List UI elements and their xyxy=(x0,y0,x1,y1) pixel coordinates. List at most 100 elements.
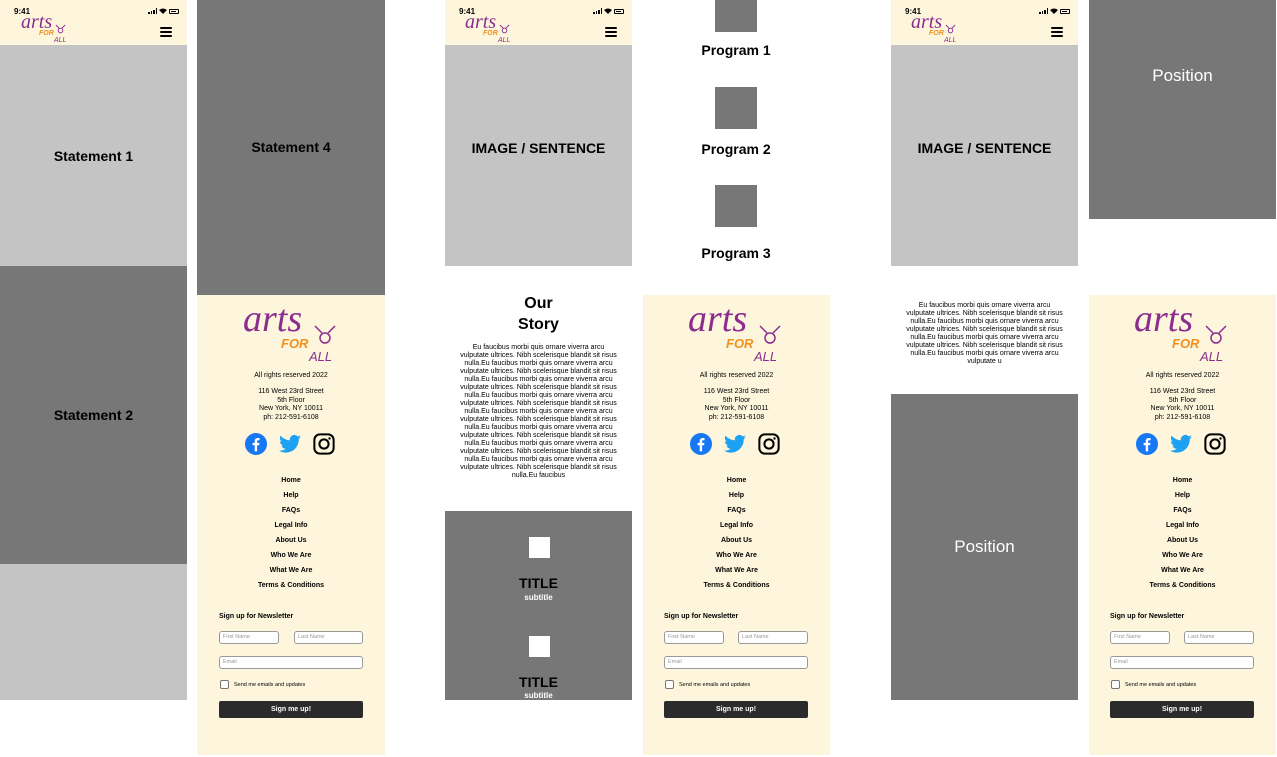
our-story-title: Our Story xyxy=(445,293,632,335)
statement2-label: Statement 2 xyxy=(53,407,134,423)
facebook-icon[interactable] xyxy=(690,433,712,455)
first-name-field[interactable]: First Name xyxy=(1110,631,1170,644)
statement4-section: Statement 4 xyxy=(197,0,385,295)
facebook-icon[interactable] xyxy=(245,433,267,455)
hero-image-sentence: IMAGE / SENTENCE xyxy=(445,45,632,266)
newsletter-title: Sign up for Newsletter xyxy=(219,613,294,620)
address-line1: 116 West 23rd Street xyxy=(1149,388,1216,395)
card1-subtitle: subtitle xyxy=(524,593,553,602)
address-line3: New York, NY 10011 xyxy=(259,405,323,412)
twitter-icon[interactable] xyxy=(1170,434,1192,454)
nav-home[interactable]: Home xyxy=(1173,473,1192,488)
footer-nav: Home Help FAQs Legal Info About Us Who W… xyxy=(643,473,830,593)
nav-about-us[interactable]: About Us xyxy=(275,533,306,548)
email-field[interactable]: Email xyxy=(664,656,808,669)
address-line2: 5th Floor xyxy=(722,396,751,404)
nav-faqs[interactable]: FAQs xyxy=(727,503,745,518)
footer-nav: Home Help FAQs Legal Info About Us Who W… xyxy=(197,473,385,593)
nav-help[interactable]: Help xyxy=(729,488,744,503)
nav-what-we-are[interactable]: What We Are xyxy=(715,563,758,578)
nav-what-we-are[interactable]: What We Are xyxy=(1161,563,1204,578)
instagram-icon[interactable] xyxy=(758,433,780,455)
nav-faqs[interactable]: FAQs xyxy=(1173,503,1191,518)
nav-who-we-are[interactable]: Who We Are xyxy=(1162,548,1203,563)
nav-who-we-are[interactable]: Who We Are xyxy=(271,548,312,563)
nav-help[interactable]: Help xyxy=(283,488,298,503)
nav-terms[interactable]: Terms & Conditions xyxy=(258,578,324,593)
wifi-icon xyxy=(604,8,612,14)
nav-who-we-are[interactable]: Who We Are xyxy=(716,548,757,563)
newsletter-title: Sign up for Newsletter xyxy=(664,613,739,620)
email-field[interactable]: Email xyxy=(219,656,363,669)
logo-all: ALL xyxy=(1200,349,1224,364)
twitter-icon[interactable] xyxy=(724,434,746,454)
address-block: 116 West 23rd Street 5th Floor New York,… xyxy=(643,388,830,422)
nav-home[interactable]: Home xyxy=(727,473,746,488)
nav-about-us[interactable]: About Us xyxy=(1167,533,1198,548)
signup-button[interactable]: Sign me up! xyxy=(664,701,808,718)
program3-label[interactable]: Program 3 xyxy=(643,245,829,261)
hero-label: IMAGE / SENTENCE xyxy=(917,140,1052,156)
menu-icon[interactable] xyxy=(160,27,172,37)
newsletter-checkbox[interactable] xyxy=(220,680,229,689)
nav-legal-info[interactable]: Legal Info xyxy=(720,518,753,533)
footer-logo[interactable]: arts FOR ALL xyxy=(243,300,339,364)
wifi-icon xyxy=(159,8,167,14)
header-logo[interactable]: arts FOR ALL xyxy=(465,12,515,44)
header-logo[interactable]: arts FOR ALL xyxy=(21,12,71,44)
nav-terms[interactable]: Terms & Conditions xyxy=(1150,578,1216,593)
nav-about-us[interactable]: About Us xyxy=(721,533,752,548)
first-name-field[interactable]: First Name xyxy=(219,631,279,644)
statement3-section xyxy=(0,564,187,700)
card1-title: TITLE xyxy=(519,575,558,591)
newsletter-checkbox[interactable] xyxy=(1111,680,1120,689)
nav-terms[interactable]: Terms & Conditions xyxy=(704,578,770,593)
last-name-field[interactable]: Last Name xyxy=(1184,631,1254,644)
nav-help[interactable]: Help xyxy=(1175,488,1190,503)
nav-what-we-are[interactable]: What We Are xyxy=(270,563,313,578)
position-card[interactable]: Position xyxy=(891,394,1078,700)
statement1-label: Statement 1 xyxy=(53,147,134,164)
logo-figure-icon xyxy=(55,24,66,34)
hero-label: IMAGE / SENTENCE xyxy=(471,140,606,156)
last-name-field[interactable]: Last Name xyxy=(294,631,363,644)
last-name-field[interactable]: Last Name xyxy=(738,631,808,644)
signal-icon xyxy=(593,8,602,14)
signup-button[interactable]: Sign me up! xyxy=(1110,701,1254,718)
twitter-icon[interactable] xyxy=(279,434,301,454)
card2-image xyxy=(529,636,550,657)
signup-button[interactable]: Sign me up! xyxy=(219,701,363,718)
program1-label[interactable]: Program 1 xyxy=(643,42,829,58)
menu-icon[interactable] xyxy=(1051,27,1063,37)
position-card[interactable]: Position xyxy=(1089,0,1276,219)
logo-for: FOR xyxy=(726,336,754,351)
footer-logo[interactable]: arts FOR ALL xyxy=(1134,300,1230,364)
signal-icon xyxy=(148,8,157,14)
wifi-icon xyxy=(1050,8,1058,14)
nav-home[interactable]: Home xyxy=(281,473,300,488)
logo-for: FOR xyxy=(39,30,54,37)
logo-for: FOR xyxy=(929,30,944,37)
phone-line: ph: 212-591-6108 xyxy=(263,413,319,421)
instagram-icon[interactable] xyxy=(1204,433,1226,455)
logo-for: FOR xyxy=(281,336,309,351)
menu-icon[interactable] xyxy=(605,27,617,37)
facebook-icon[interactable] xyxy=(1136,433,1158,455)
footer-logo[interactable]: arts FOR ALL xyxy=(688,300,784,364)
email-field[interactable]: Email xyxy=(1110,656,1254,669)
social-links xyxy=(690,433,780,455)
nav-legal-info[interactable]: Legal Info xyxy=(1166,518,1199,533)
position-label: Position xyxy=(1152,66,1213,85)
newsletter-checkbox[interactable] xyxy=(665,680,674,689)
nav-faqs[interactable]: FAQs xyxy=(282,503,300,518)
instagram-icon[interactable] xyxy=(313,433,335,455)
header-logo[interactable]: arts FOR ALL xyxy=(911,12,961,44)
nav-legal-info[interactable]: Legal Info xyxy=(274,518,307,533)
rights-text: All rights reserved 2022 xyxy=(1145,372,1220,379)
address-line3: New York, NY 10011 xyxy=(704,405,769,412)
address-block: 116 West 23rd Street 5th Floor New York,… xyxy=(197,388,385,422)
address-line2: 5th Floor xyxy=(277,396,305,404)
first-name-field[interactable]: First Name xyxy=(664,631,724,644)
program2-label[interactable]: Program 2 xyxy=(643,141,829,157)
title-cards: TITLE subtitle TITLE subtitle xyxy=(445,511,632,700)
